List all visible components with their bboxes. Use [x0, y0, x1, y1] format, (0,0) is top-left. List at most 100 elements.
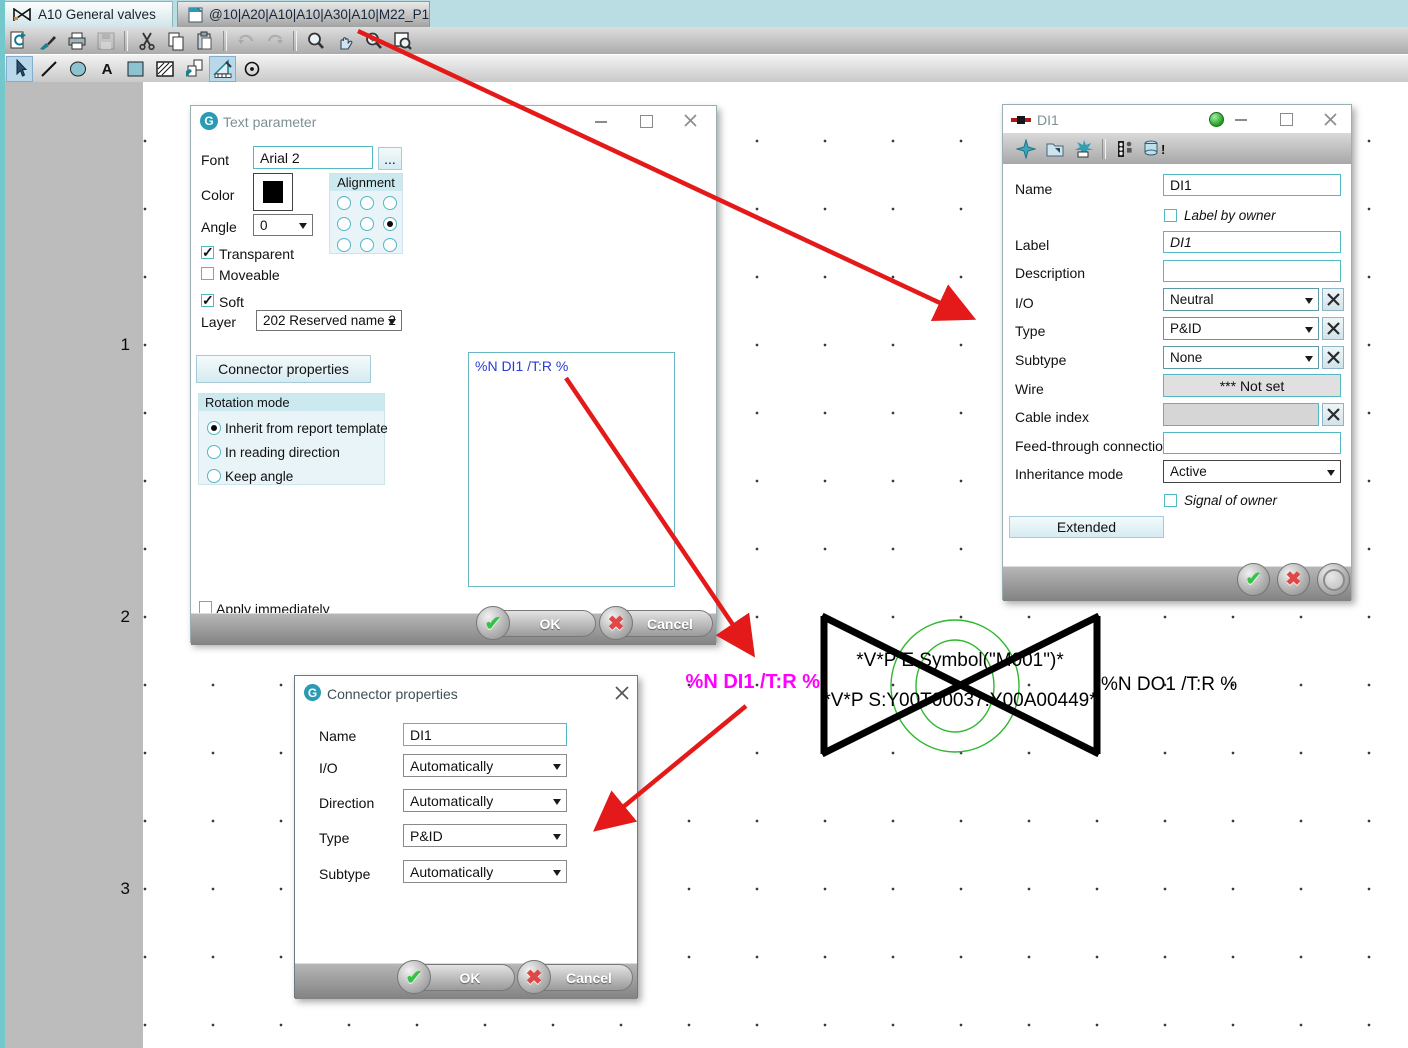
selected-connector-text[interactable]: %N DI1 /T:R % [655, 671, 820, 694]
alignment-radio[interactable] [360, 238, 374, 252]
apply-circle-button[interactable] [1317, 563, 1350, 596]
subtype-clear-button[interactable] [1322, 346, 1344, 369]
direction-dropdown[interactable]: Automatically [403, 789, 567, 812]
font-field[interactable]: Arial 2 [253, 146, 373, 169]
compass-icon[interactable] [1012, 136, 1039, 162]
moveable-checkbox[interactable] [201, 267, 214, 280]
pan-icon[interactable] [331, 28, 358, 54]
rotation-radio-reading[interactable] [207, 445, 221, 459]
inheritance-dropdown[interactable]: Active [1163, 460, 1341, 483]
io-clear-button[interactable] [1322, 288, 1344, 311]
cross-icon: ✖ [517, 960, 551, 994]
ok-button[interactable]: ✔ OK [476, 606, 596, 640]
io-dropdown[interactable]: Automatically [403, 754, 567, 777]
close-icon[interactable] [683, 113, 698, 128]
ellipse-icon[interactable] [64, 56, 91, 82]
ok-button[interactable]: ✔ OK [397, 960, 515, 994]
hatch-icon[interactable] [151, 56, 178, 82]
zoom-window-icon[interactable] [389, 28, 416, 54]
symbol-attribute-text[interactable]: *V*P S:Y00T00037:Y00A00449* [795, 690, 1125, 712]
color-label: Color [201, 187, 235, 203]
chevron-down-icon [299, 223, 307, 229]
printer-icon[interactable] [63, 28, 90, 54]
layer-dropdown[interactable]: 202 Reserved name 2 [256, 310, 402, 331]
rotation-radio-keep[interactable] [207, 469, 221, 483]
extended-button[interactable]: Extended [1009, 516, 1164, 538]
tab-general-valves[interactable]: A10 General valves [2, 1, 173, 27]
ok-circle-button[interactable]: ✔ [1237, 563, 1270, 596]
dialog-title-bar[interactable]: DI1 [1003, 105, 1351, 133]
subtype-dropdown[interactable]: None [1163, 346, 1319, 369]
minimize-icon[interactable] [1235, 119, 1247, 121]
connector-text[interactable]: %N DO1 /T:R % [1101, 674, 1237, 696]
soft-checkbox[interactable] [201, 292, 214, 309]
alignment-radio[interactable] [360, 217, 374, 231]
alignment-radio[interactable] [337, 217, 351, 231]
rectangle-icon[interactable] [122, 56, 149, 82]
type-dropdown[interactable]: P&ID [403, 824, 567, 847]
wire-button[interactable]: *** Not set [1163, 374, 1341, 397]
copy-icon[interactable] [162, 28, 189, 54]
cut-icon[interactable] [133, 28, 160, 54]
tab-m22-p1[interactable]: @10|A20|A10|A10|A30|A10|M22_P1 [177, 1, 430, 27]
text-icon[interactable]: A [93, 56, 120, 82]
close-icon[interactable] [1323, 112, 1338, 127]
subtype-label: Subtype [319, 866, 371, 882]
move-symbol-icon[interactable] [180, 56, 207, 82]
paste-icon[interactable] [191, 28, 218, 54]
alignment-radio[interactable] [383, 238, 397, 252]
zoom-plus-icon[interactable] [360, 28, 387, 54]
alignment-radio[interactable] [360, 196, 374, 210]
rotation-radio-inherit[interactable] [207, 421, 221, 435]
alignment-radio[interactable] [337, 196, 351, 210]
cancel-button[interactable]: ✖ Cancel [517, 960, 633, 994]
toggle-list-icon[interactable] [1111, 136, 1138, 162]
feed-through-field[interactable] [1163, 432, 1341, 454]
type-clear-button[interactable] [1322, 317, 1344, 340]
maximize-icon[interactable] [640, 115, 653, 128]
font-browse-button[interactable]: ... [378, 147, 402, 170]
select-arrow-icon[interactable] [6, 55, 33, 82]
page-refresh-icon[interactable] [5, 28, 32, 54]
alignment-radio[interactable] [337, 238, 351, 252]
window-edge [0, 0, 5, 1048]
label-field[interactable]: DI1 [1163, 231, 1341, 253]
name-field[interactable]: DI1 [1163, 174, 1341, 196]
database-alert-icon[interactable]: ! [1140, 136, 1167, 162]
io-dropdown[interactable]: Neutral [1163, 288, 1319, 311]
check-icon: ✔ [476, 606, 510, 640]
signal-of-owner-checkbox[interactable] [1164, 494, 1177, 507]
valve-symbol[interactable] [800, 598, 1110, 768]
label-label: Label [1015, 237, 1050, 253]
subtype-dropdown[interactable]: Automatically [403, 860, 567, 883]
symbol-attribute-text[interactable]: *V*P E.Symbol("M001")* [795, 650, 1125, 672]
paint-splash-icon[interactable] [1070, 136, 1097, 162]
color-swatch-value [263, 181, 283, 203]
cable-clear-button[interactable] [1322, 403, 1344, 426]
close-icon[interactable] [614, 685, 630, 701]
type-label: Type [319, 830, 350, 846]
line-icon[interactable] [35, 56, 62, 82]
open-folder-icon[interactable] [1041, 136, 1068, 162]
cancel-circle-button[interactable]: ✖ [1277, 563, 1310, 596]
measure-icon[interactable] [209, 55, 236, 82]
label-by-owner-checkbox[interactable] [1164, 209, 1177, 222]
connector-properties-button[interactable]: Connector properties [196, 355, 371, 383]
description-field[interactable] [1163, 260, 1341, 282]
dialog-title-bar[interactable]: G Text parameter [191, 106, 716, 136]
alignment-radio-selected[interactable] [383, 217, 397, 231]
minimize-icon[interactable] [595, 121, 607, 123]
transparent-checkbox[interactable] [201, 244, 214, 261]
dialog-title-bar[interactable]: G Connector properties [295, 676, 637, 709]
alignment-radio[interactable] [383, 196, 397, 210]
brush-icon[interactable] [34, 28, 61, 54]
cancel-button[interactable]: ✖ Cancel [599, 606, 713, 640]
center-point-icon[interactable] [238, 56, 265, 82]
maximize-icon[interactable] [1280, 113, 1293, 126]
angle-dropdown[interactable]: 0 [253, 214, 313, 236]
color-swatch[interactable] [253, 173, 293, 211]
name-field[interactable]: DI1 [403, 723, 567, 746]
type-dropdown[interactable]: P&ID [1163, 317, 1319, 340]
chevron-down-icon [388, 318, 396, 325]
zoom-icon[interactable] [302, 28, 329, 54]
